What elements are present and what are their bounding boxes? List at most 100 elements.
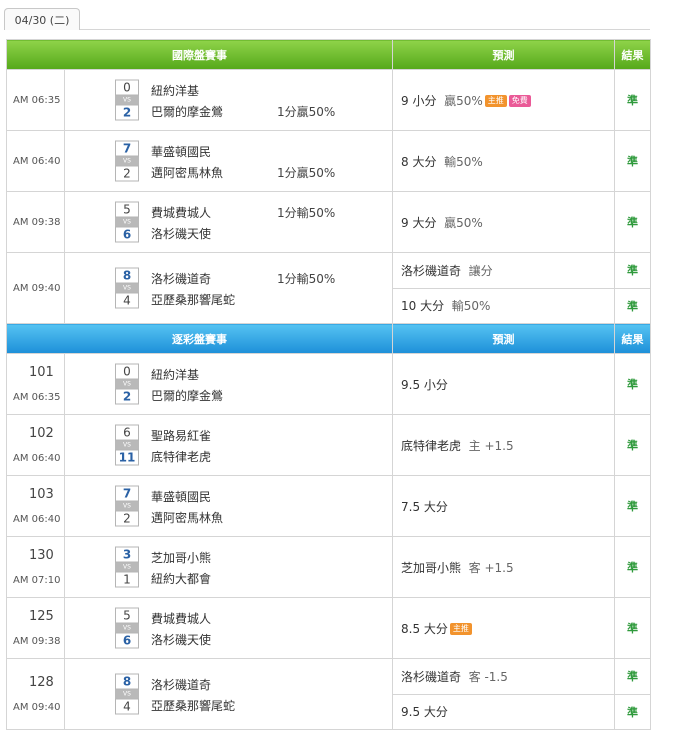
tab-divider [80,29,650,30]
game-time: AM 09:38 [13,216,61,228]
game-number: 101 [29,365,54,380]
vs-label: VS [115,217,139,227]
away-team-name[interactable]: 紐約洋基 [151,366,199,383]
scoreboard: 8 VS 4 [115,673,139,715]
game-time: AM 09:38 [13,636,61,647]
scoreboard: 7 VS 2 [115,140,139,182]
game-time-cell: 125 AM 09:38 [6,597,65,659]
home-team-name[interactable]: 亞歷桑那響尾蛇 [151,697,235,714]
recommended-badge: 主推 [484,94,507,107]
vs-label: VS [115,689,139,699]
matchup-cell: 8 VS 4 洛杉磯道奇 亞歷桑那響尾蛇 1分輸50% [64,252,393,324]
scoreboard: 3 VS 1 [115,546,139,588]
intl-result-header: 結果 [614,39,651,70]
prediction-cell: 9 小分 贏50% 主推 免費 [392,69,615,131]
game-number: 125 [29,609,54,624]
away-team-name[interactable]: 華盛頓國民 [151,488,211,505]
home-score: 1 [115,571,139,588]
game-time-cell: 130 AM 07:10 [6,536,65,598]
vs-label: VS [115,623,139,633]
prediction-detail: 輸50% [444,154,483,169]
game-number: 130 [29,548,54,563]
result-cell: 準 [614,287,651,324]
game-time-cell: AM 06:40 [6,130,65,192]
home-team-name[interactable]: 洛杉磯天使 [151,225,211,242]
matchup-cell: 6 VS 11 聖路易紅雀 底特律老虎 [64,414,393,476]
away-score: 0 [115,79,139,96]
live-header-row: 逐彩盤賽事 預測 結果 [6,323,651,354]
home-team-name[interactable]: 亞歷桑那響尾蛇 [151,291,235,308]
home-team-name[interactable]: 底特律老虎 [151,448,211,465]
game-row: 103 AM 06:40 7 VS 2 華盛頓國民 邁阿密馬林魚 7.5 大分 準 [6,475,651,537]
handicap-text: 1分贏50% [277,166,336,180]
away-score: 6 [115,424,139,441]
prediction-main: 芝加哥小熊 [401,560,462,575]
away-team-name[interactable]: 紐約洋基 [151,82,199,99]
home-team-name[interactable]: 邁阿密馬林魚 [151,509,223,526]
prediction-main: 洛杉磯道奇 [401,669,462,684]
prediction-detail: 贏50% [444,93,483,108]
game-row: AM 06:35 0 VS 2 紐約洋基 巴爾的摩金鶯 1分贏50% 9 小分 贏50% 主推免… [6,69,651,131]
home-team-name[interactable]: 巴爾的摩金鶯 [151,387,223,404]
away-team-name[interactable]: 費城費城人 [151,610,211,627]
away-team-name[interactable]: 聖路易紅雀 [151,427,211,444]
vs-label: VS [115,95,139,105]
prediction-cell: 7.5 大分 [392,475,615,537]
vs-label: VS [115,379,139,389]
home-team-name[interactable]: 巴爾的摩金鶯 [151,103,223,120]
game-number: 128 [29,675,54,690]
result-cell: 準 [614,693,651,730]
home-team-name[interactable]: 洛杉磯天使 [151,631,211,648]
prediction-cell: 9.5 大分 [392,693,615,730]
game-time: AM 06:40 [13,155,61,167]
game-row: 128 AM 09:40 8 VS 4 洛杉磯道奇 亞歷桑那響尾蛇 洛杉磯道奇 客 -1.5 準 [6,658,651,730]
prediction-main: 8 大分 [401,154,437,169]
vs-label: VS [115,283,139,293]
home-score: 6 [115,226,139,243]
prediction-detail: 主 +1.5 [468,438,514,453]
scoreboard: 8 VS 4 [115,267,139,309]
free-badge: 免費 [508,94,531,107]
result-cell: 準 [614,536,651,598]
prediction-main: 9 大分 [401,215,437,230]
home-team-name[interactable]: 邁阿密馬林魚 [151,164,223,181]
intl-event-header: 國際盤賽事 [6,39,393,70]
game-time: AM 06:35 [13,392,61,403]
game-row: AM 09:38 5 VS 6 費城費城人 洛杉磯天使 1分輸50% 9 大分 贏50% 準 [6,191,651,253]
away-score: 5 [115,201,139,218]
prediction-cell: 芝加哥小熊 客 +1.5 [392,536,615,598]
prediction-cell: 9 大分 贏50% [392,191,615,253]
vs-label: VS [115,440,139,450]
game-time: AM 09:40 [13,702,61,713]
vs-label: VS [115,501,139,511]
away-team-name[interactable]: 洛杉磯道奇 [151,270,211,287]
away-score: 7 [115,140,139,157]
result-cell: 準 [614,475,651,537]
date-tab[interactable]: 04/30 (二) [4,8,80,30]
matchup-cell: 5 VS 6 費城費城人 洛杉磯天使 1分輸50% [64,191,393,253]
game-time: AM 06:35 [13,94,61,106]
away-score: 8 [115,267,139,284]
scoreboard: 5 VS 6 [115,607,139,649]
game-time-cell: AM 09:38 [6,191,65,253]
recommended-badge: 主推 [449,622,472,635]
prediction-cell: 8 大分 輸50% [392,130,615,192]
game-time-cell: AM 06:35 [6,69,65,131]
vs-label: VS [115,562,139,572]
prediction-main: 8.5 大分 [401,621,448,636]
prediction-detail: 讓分 [468,263,493,278]
home-team-name[interactable]: 紐約大都會 [151,570,211,587]
scoreboard: 5 VS 6 [115,201,139,243]
away-team-name[interactable]: 華盛頓國民 [151,143,211,160]
prediction-detail: 客 -1.5 [468,669,508,684]
prediction-cell: 洛杉磯道奇 讓分 [392,252,615,289]
international-games-table: 國際盤賽事 預測 結果 AM 06:35 0 VS 2 紐約洋基 巴爾的摩金鶯 1分贏50%… [6,39,651,324]
away-team-name[interactable]: 洛杉磯道奇 [151,676,211,693]
home-score: 2 [115,104,139,121]
game-time: AM 07:10 [13,575,61,586]
matchup-cell: 3 VS 1 芝加哥小熊紐約大都會 [64,536,393,598]
away-team-name[interactable]: 費城費城人 [151,204,211,221]
game-row: AM 09:40 8 VS 4 洛杉磯道奇 亞歷桑那響尾蛇 1分輸50% 洛杉磯道奇 讓分準 [6,252,651,324]
prediction-detail: 客 +1.5 [468,560,514,575]
away-team-name[interactable]: 芝加哥小熊 [151,549,211,566]
